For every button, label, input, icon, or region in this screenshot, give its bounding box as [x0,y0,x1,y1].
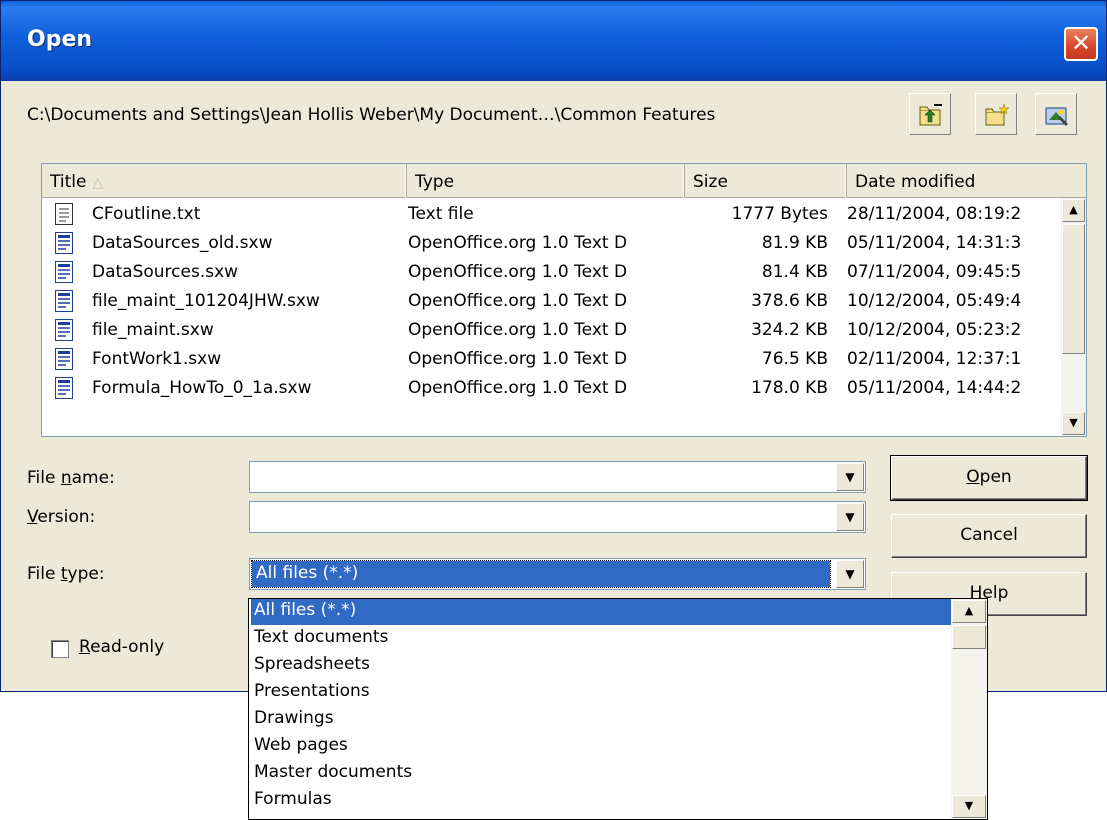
scroll-up-arrow-icon[interactable]: ▲ [1062,199,1085,222]
close-icon: ✕ [1070,29,1092,57]
file-date: 05/11/2004, 14:44:2 [847,378,1022,398]
version-label: Version: [27,507,96,527]
file-type-value[interactable]: All files (*.*) [251,560,831,588]
file-row[interactable]: FontWork1.sxw OpenOffice.org 1.0 Text D … [42,345,1052,374]
file-type-option[interactable]: Web pages [251,734,951,760]
file-date: 07/11/2004, 09:45:5 [847,262,1022,282]
file-type-option[interactable]: Drawings [251,707,951,733]
writer-doc-icon [55,319,73,341]
dropdown-scrollbar[interactable]: ▲ ▼ [951,599,987,819]
file-type-option[interactable]: Master documents [251,761,951,787]
window-title: Open [27,27,93,52]
file-type: OpenOffice.org 1.0 Text D [408,378,628,398]
up-folder-icon [919,104,942,126]
file-name-label: File name: [27,468,115,488]
file-size: 178.0 KB [751,378,828,398]
file-row[interactable]: DataSources_old.sxw OpenOffice.org 1.0 T… [42,229,1052,258]
file-row[interactable]: CFoutline.txt Text file 1777 Bytes 28/11… [42,200,1052,229]
file-title: file_maint.sxw [92,320,214,340]
read-only-checkbox[interactable] [51,640,69,658]
file-name-input[interactable] [252,464,260,490]
open-button[interactable]: Open [890,455,1088,501]
current-path: C:\Documents and Settings\Jean Hollis We… [27,105,716,125]
chevron-down-icon[interactable]: ▼ [836,560,864,588]
file-date: 10/12/2004, 05:23:2 [847,320,1022,340]
create-new-directory-button[interactable] [975,93,1017,135]
column-header-type[interactable]: Type [407,164,685,198]
writer-doc-icon [55,261,73,283]
file-list[interactable]: Title △ Type Size Date modified CFoutline… [41,163,1087,437]
file-row[interactable]: file_maint_101204JHW.sxw OpenOffice.org … [42,287,1052,316]
file-date: 10/12/2004, 05:49:4 [847,291,1022,311]
file-title: DataSources.sxw [92,262,239,282]
file-type-combo[interactable]: All files (*.*) ▼ [249,558,866,590]
text-file-icon [55,203,73,225]
open-dialog: Open ✕ C:\Documents and Settings\Jean Ho… [0,0,1107,692]
file-type-option[interactable]: Text documents [251,626,951,652]
file-size: 378.6 KB [751,291,828,311]
scroll-up-arrow-icon[interactable]: ▲ [952,600,986,623]
title-bar[interactable]: Open ✕ [1,1,1106,81]
read-only-label[interactable]: Read-only [79,637,164,657]
file-type: OpenOffice.org 1.0 Text D [408,233,628,253]
file-date: 02/11/2004, 12:37:1 [847,349,1022,369]
cancel-button[interactable]: Cancel [891,514,1087,558]
up-one-level-button[interactable] [909,93,951,135]
file-row[interactable]: Formula_HowTo_0_1a.sxw OpenOffice.org 1.… [42,374,1052,403]
file-type: OpenOffice.org 1.0 Text D [408,349,628,369]
file-type: OpenOffice.org 1.0 Text D [408,320,628,340]
version-input[interactable] [252,504,260,530]
close-button[interactable]: ✕ [1064,27,1098,61]
file-size: 76.5 KB [761,349,828,369]
column-header-title[interactable]: Title △ [42,164,407,198]
file-title: CFoutline.txt [92,204,201,224]
file-size: 81.9 KB [761,233,828,253]
chevron-down-icon[interactable]: ▼ [836,503,864,531]
file-type-label: File type: [27,564,105,584]
scroll-down-arrow-icon[interactable]: ▼ [1062,412,1085,435]
scroll-down-arrow-icon[interactable]: ▼ [952,795,986,818]
file-title: FontWork1.sxw [92,349,222,369]
writer-doc-icon [55,377,73,399]
default-directory-icon [1045,107,1068,126]
file-type-dropdown-list[interactable]: All files (*.*) Text documents Spreadshe… [248,598,988,820]
file-name-combo[interactable]: ▼ [249,461,866,493]
file-date: 28/11/2004, 08:19:2 [847,204,1022,224]
sort-ascending-icon: △ [92,175,104,191]
version-combo[interactable]: ▼ [249,501,866,533]
writer-doc-icon [55,290,73,312]
file-list-header: Title △ Type Size Date modified [42,164,1086,198]
file-title: Formula_HowTo_0_1a.sxw [92,378,312,398]
scrollbar-thumb[interactable] [952,625,986,649]
column-header-size[interactable]: Size [685,164,847,198]
file-type-option[interactable]: Formulas [251,788,951,814]
file-size: 81.4 KB [761,262,828,282]
file-type: OpenOffice.org 1.0 Text D [408,291,628,311]
column-header-date-modified[interactable]: Date modified [847,164,1086,198]
file-size: 1777 Bytes [731,204,828,224]
file-size: 324.2 KB [751,320,828,340]
file-list-scrollbar[interactable]: ▲ ▼ [1061,198,1086,436]
file-row[interactable]: file_maint.sxw OpenOffice.org 1.0 Text D… [42,316,1052,345]
file-title: DataSources_old.sxw [92,233,273,253]
writer-doc-icon [55,232,73,254]
file-row[interactable]: DataSources.sxw OpenOffice.org 1.0 Text … [42,258,1052,287]
writer-doc-icon [55,348,73,370]
new-folder-icon [985,103,1010,126]
default-directory-button[interactable] [1035,93,1077,135]
file-type: Text file [408,204,474,224]
scrollbar-thumb[interactable] [1062,224,1085,354]
file-type: OpenOffice.org 1.0 Text D [408,262,628,282]
file-type-option[interactable]: Spreadsheets [251,653,951,679]
chevron-down-icon[interactable]: ▼ [836,463,864,491]
file-type-option[interactable]: Presentations [251,680,951,706]
file-date: 05/11/2004, 14:31:3 [847,233,1022,253]
file-title: file_maint_101204JHW.sxw [92,291,320,311]
file-type-option[interactable]: All files (*.*) [251,599,951,625]
